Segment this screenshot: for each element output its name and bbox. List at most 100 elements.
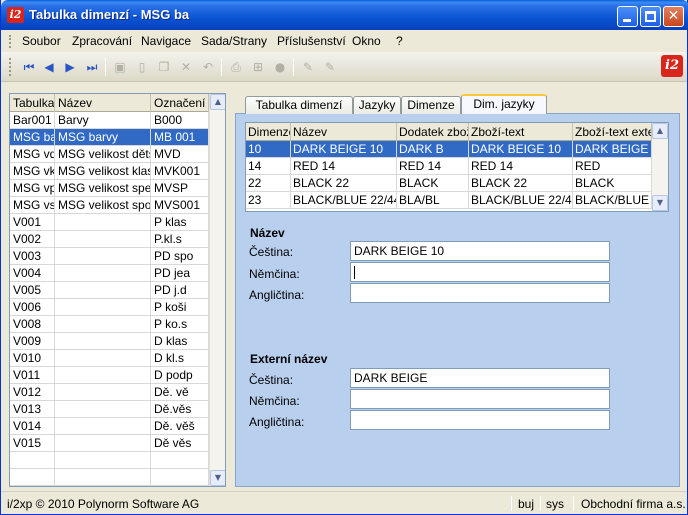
menu-prislusenstvi[interactable]: Příslušenství bbox=[277, 34, 346, 48]
list-row[interactable]: V010 D kl.s bbox=[10, 350, 209, 367]
save-icon[interactable]: ▣ bbox=[111, 58, 129, 76]
column-header-zbozi-text-externi[interactable]: Zboží-text externí bbox=[573, 123, 652, 141]
nazev-anglictina-label: Angličtina: bbox=[249, 288, 305, 302]
menu-help[interactable]: ? bbox=[396, 34, 403, 48]
row-label: Dě věs bbox=[151, 435, 209, 452]
list-row[interactable]: MSG ba MSG barvy MB 001 bbox=[10, 129, 209, 146]
list-row[interactable]: V001 P klas bbox=[10, 214, 209, 231]
row-label: P koši bbox=[151, 299, 209, 316]
minimize-button[interactable] bbox=[617, 6, 638, 27]
scroll-up-icon[interactable]: ▲ bbox=[210, 94, 225, 110]
externi-anglictina-input[interactable] bbox=[350, 410, 610, 430]
row-name: MSG velikost klasická bbox=[55, 163, 151, 180]
column-header-dimenze[interactable]: Dimenze bbox=[246, 123, 291, 141]
cell-zbozi-text-externi: DARK BEIGE bbox=[573, 141, 652, 158]
edit-alt-icon[interactable]: ✎ bbox=[321, 58, 339, 76]
print-icon[interactable]: ⎙ bbox=[227, 58, 245, 76]
row-name bbox=[55, 435, 151, 452]
row-name: Barvy bbox=[55, 112, 151, 129]
row-name bbox=[55, 214, 151, 231]
undo-icon[interactable]: ↶ bbox=[199, 58, 217, 76]
cell-nazev: DARK BEIGE 10 bbox=[291, 141, 397, 158]
nazev-nemcina-input[interactable] bbox=[350, 262, 610, 282]
grid-row[interactable]: 22 BLACK 22 BLACK BLACK 22 BLACK bbox=[246, 175, 652, 192]
row-code: MSG vp bbox=[10, 180, 55, 197]
toolbar-grip[interactable] bbox=[9, 58, 12, 76]
column-header-zbozi-text[interactable]: Zboží-text bbox=[469, 123, 573, 141]
previous-record-icon[interactable]: ◀ bbox=[40, 58, 58, 76]
list-row[interactable]: V013 Dě.věs bbox=[10, 401, 209, 418]
tab-dim-jazyky[interactable]: Dim. jazyky bbox=[461, 94, 547, 114]
list-row[interactable]: V008 P ko.s bbox=[10, 316, 209, 333]
row-code: V008 bbox=[10, 316, 55, 333]
menu-navigace[interactable]: Navigace bbox=[141, 34, 191, 48]
list-row[interactable]: V004 PD jea bbox=[10, 265, 209, 282]
list-row[interactable]: MSG vdMSG velikost dětskáMVD bbox=[10, 146, 209, 163]
nazev-cestina-input[interactable]: DARK BEIGE 10 bbox=[350, 241, 610, 261]
nazev-anglictina-input[interactable] bbox=[350, 283, 610, 303]
cell-zbozi-text-externi: BLACK/BLUE bbox=[573, 192, 652, 209]
list-row[interactable]: MSG vpMSG velikost speciálníMVSP bbox=[10, 180, 209, 197]
scroll-up-icon[interactable]: ▲ bbox=[652, 123, 668, 139]
delete-icon[interactable]: ✕ bbox=[177, 58, 195, 76]
column-header-nazev[interactable]: Název bbox=[55, 94, 151, 112]
tab-tabulka-dimenzi[interactable]: Tabulka dimenzí bbox=[245, 96, 353, 114]
cell-dimenze: 10 bbox=[246, 141, 291, 158]
grid-row[interactable]: 14 RED 14 RED 14 RED 14 RED bbox=[246, 158, 652, 175]
new-icon[interactable]: ▯ bbox=[133, 58, 151, 76]
row-label: D kl.s bbox=[151, 350, 209, 367]
tab-dimenze[interactable]: Dimenze bbox=[401, 96, 461, 114]
column-header-oznaceni[interactable]: Označení bbox=[151, 94, 209, 112]
menu-okno[interactable]: Okno bbox=[352, 34, 381, 48]
list-scrollbar[interactable]: ▲ ▼ bbox=[209, 94, 225, 486]
list-row[interactable]: V011 D podp bbox=[10, 367, 209, 384]
list-row[interactable]: V009 D klas bbox=[10, 333, 209, 350]
menu-sada-strany[interactable]: Sada/Strany bbox=[201, 34, 267, 48]
close-button[interactable]: ✕ bbox=[663, 6, 684, 27]
copy-icon[interactable]: ❐ bbox=[155, 58, 173, 76]
list-row[interactable]: V015 Dě věs bbox=[10, 435, 209, 452]
row-code: V015 bbox=[10, 435, 55, 452]
externi-cestina-input[interactable]: DARK BEIGE bbox=[350, 368, 610, 388]
toolbar-separator bbox=[105, 58, 106, 76]
last-record-icon[interactable]: ⏭ bbox=[83, 58, 101, 76]
empty-row bbox=[10, 469, 209, 486]
column-header-dodatek-zbozi[interactable]: Dodatek zboží bbox=[397, 123, 469, 141]
list-row[interactable]: V002 P.kl.s bbox=[10, 231, 209, 248]
menu-zpracovani[interactable]: Zpracování bbox=[72, 34, 132, 48]
status-bar: i/2xp © 2010 Polynorm Software AG buj sy… bbox=[1, 491, 687, 514]
row-code: V006 bbox=[10, 299, 55, 316]
first-record-icon[interactable]: ⏮ bbox=[20, 58, 38, 76]
next-record-icon[interactable]: ▶ bbox=[61, 58, 79, 76]
grid-row[interactable]: 10 DARK BEIGE 10 DARK B DARK BEIGE 10 DARK B… bbox=[246, 141, 652, 158]
menu-soubor[interactable]: Soubor bbox=[22, 34, 61, 48]
grid-scrollbar[interactable]: ▲ ▼ bbox=[652, 123, 668, 211]
list-row[interactable]: V003 PD spo bbox=[10, 248, 209, 265]
row-label: P ko.s bbox=[151, 316, 209, 333]
refresh-icon[interactable]: ● bbox=[271, 58, 289, 76]
cell-dodatek: BLACK bbox=[397, 175, 469, 192]
scroll-down-icon[interactable]: ▼ bbox=[210, 470, 225, 486]
row-code: V002 bbox=[10, 231, 55, 248]
list-row[interactable]: Bar001 Barvy B000 bbox=[10, 112, 209, 129]
edit-icon[interactable]: ✎ bbox=[299, 58, 317, 76]
cell-dodatek: RED 14 bbox=[397, 158, 469, 175]
row-label: MVS001 bbox=[151, 197, 209, 214]
column-header-nazev[interactable]: Název bbox=[291, 123, 397, 141]
maximize-button[interactable] bbox=[640, 6, 661, 27]
grid-row[interactable]: 23 BLACK/BLUE 22/44 BLA/BL BLACK/BLUE 22/44… bbox=[246, 192, 652, 209]
list-row[interactable]: MSG vsMSG velikost sportovníMVS001 bbox=[10, 197, 209, 214]
scroll-down-icon[interactable]: ▼ bbox=[652, 195, 668, 211]
tree-icon[interactable]: ⊞ bbox=[249, 58, 267, 76]
tab-jazyky[interactable]: Jazyky bbox=[353, 96, 401, 114]
externi-nemcina-input[interactable] bbox=[350, 389, 610, 409]
row-code: V010 bbox=[10, 350, 55, 367]
list-row[interactable]: V012 Dě. vě bbox=[10, 384, 209, 401]
list-row[interactable]: V005 PD j.d bbox=[10, 282, 209, 299]
title-bar[interactable]: i2 Tabulka dimenzí - MSG ba ✕ bbox=[1, 0, 688, 30]
list-row[interactable]: MSG vkMSG velikost klasickáMVK001 bbox=[10, 163, 209, 180]
menubar-grip[interactable] bbox=[9, 35, 12, 48]
list-row[interactable]: V014 Dě. věš bbox=[10, 418, 209, 435]
column-header-tabulka[interactable]: Tabulka bbox=[10, 94, 55, 112]
list-row[interactable]: V006 P koši bbox=[10, 299, 209, 316]
